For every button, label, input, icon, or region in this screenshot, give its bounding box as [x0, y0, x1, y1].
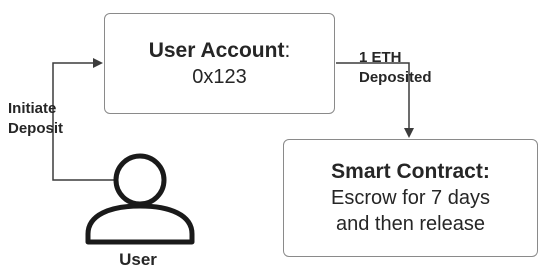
initiate-deposit-label: Initiate Deposit — [8, 99, 63, 139]
user-account-title: User Account: — [149, 38, 291, 64]
smart-contract-line-2: and then release — [335, 213, 485, 235]
smart-contract-node[interactable]: Smart Contract: Escrow for 7 days and th… — [283, 139, 538, 257]
initiate-deposit-label-line-2: Deposit — [8, 120, 64, 137]
user-account-title-colon: : — [284, 38, 291, 62]
eth-deposited-label-line-1: 1 ETH — [359, 49, 402, 66]
person-icon — [85, 153, 195, 245]
user-account-node[interactable]: User Account: 0x123 — [104, 13, 335, 114]
user-label: User — [119, 250, 157, 269]
smart-contract-title: Smart Contract: — [331, 160, 490, 183]
user-account-address: 0x123 — [192, 65, 247, 88]
smart-contract-line-1: Escrow for 7 days — [331, 187, 490, 209]
eth-deposited-label: 1 ETH Deposited — [359, 48, 432, 88]
eth-deposited-label-line-2: Deposited — [359, 69, 432, 86]
initiate-deposit-label-line-1: Initiate — [8, 100, 57, 117]
user-account-title-text: User Account — [148, 38, 285, 62]
